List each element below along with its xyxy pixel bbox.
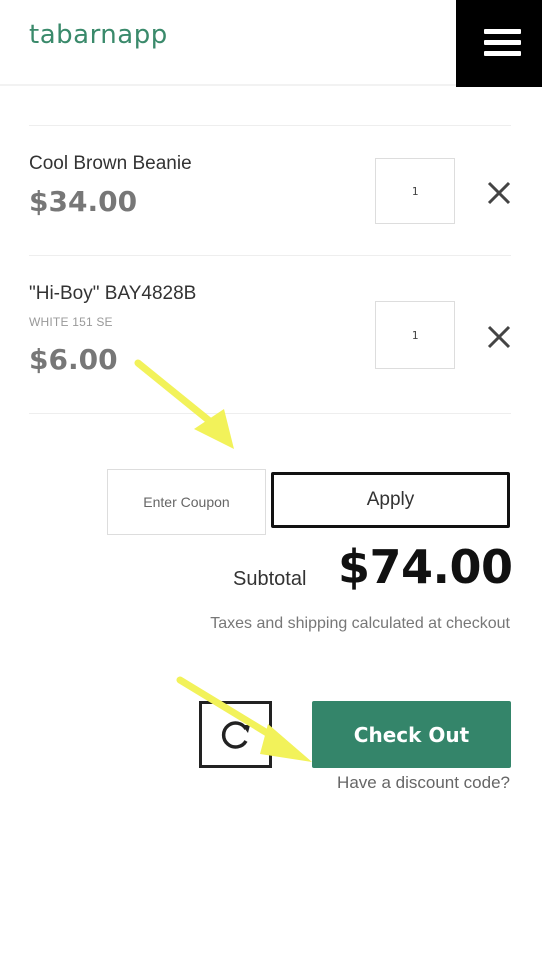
- item-variant: WHITE 151 SE: [29, 315, 113, 329]
- item-price: $6.00: [29, 343, 118, 376]
- apply-coupon-button[interactable]: Apply: [271, 472, 510, 528]
- close-icon[interactable]: [485, 179, 513, 207]
- checkout-button[interactable]: Check Out: [312, 701, 511, 768]
- quantity-input[interactable]: [375, 301, 455, 369]
- menu-button[interactable]: [456, 0, 542, 87]
- close-icon[interactable]: [485, 323, 513, 351]
- item-name: "Hi-Boy" BAY4828B: [29, 283, 197, 304]
- item-name: Cool Brown Beanie: [29, 153, 192, 174]
- divider: [29, 125, 511, 126]
- annotation-arrow-icon: [134, 359, 234, 449]
- coupon-input[interactable]: [107, 469, 266, 535]
- subtotal-value: $74.00: [338, 540, 513, 594]
- quantity-input[interactable]: [375, 158, 455, 224]
- divider: [29, 413, 511, 414]
- logo[interactable]: tabarnapp: [29, 20, 168, 50]
- discount-code-link[interactable]: Have a discount code?: [337, 773, 510, 793]
- hamburger-menu-icon: [484, 29, 521, 34]
- hamburger-menu-icon-bar: [484, 51, 521, 56]
- divider: [29, 255, 511, 256]
- refresh-cart-button[interactable]: [199, 701, 272, 768]
- tax-note: Taxes and shipping calculated at checkou…: [210, 615, 510, 632]
- subtotal-label: Subtotal: [233, 568, 307, 590]
- item-price: $34.00: [29, 185, 138, 218]
- header: tabarnapp: [0, 0, 542, 87]
- hamburger-menu-icon-bar: [484, 40, 521, 45]
- refresh-icon: [221, 721, 250, 749]
